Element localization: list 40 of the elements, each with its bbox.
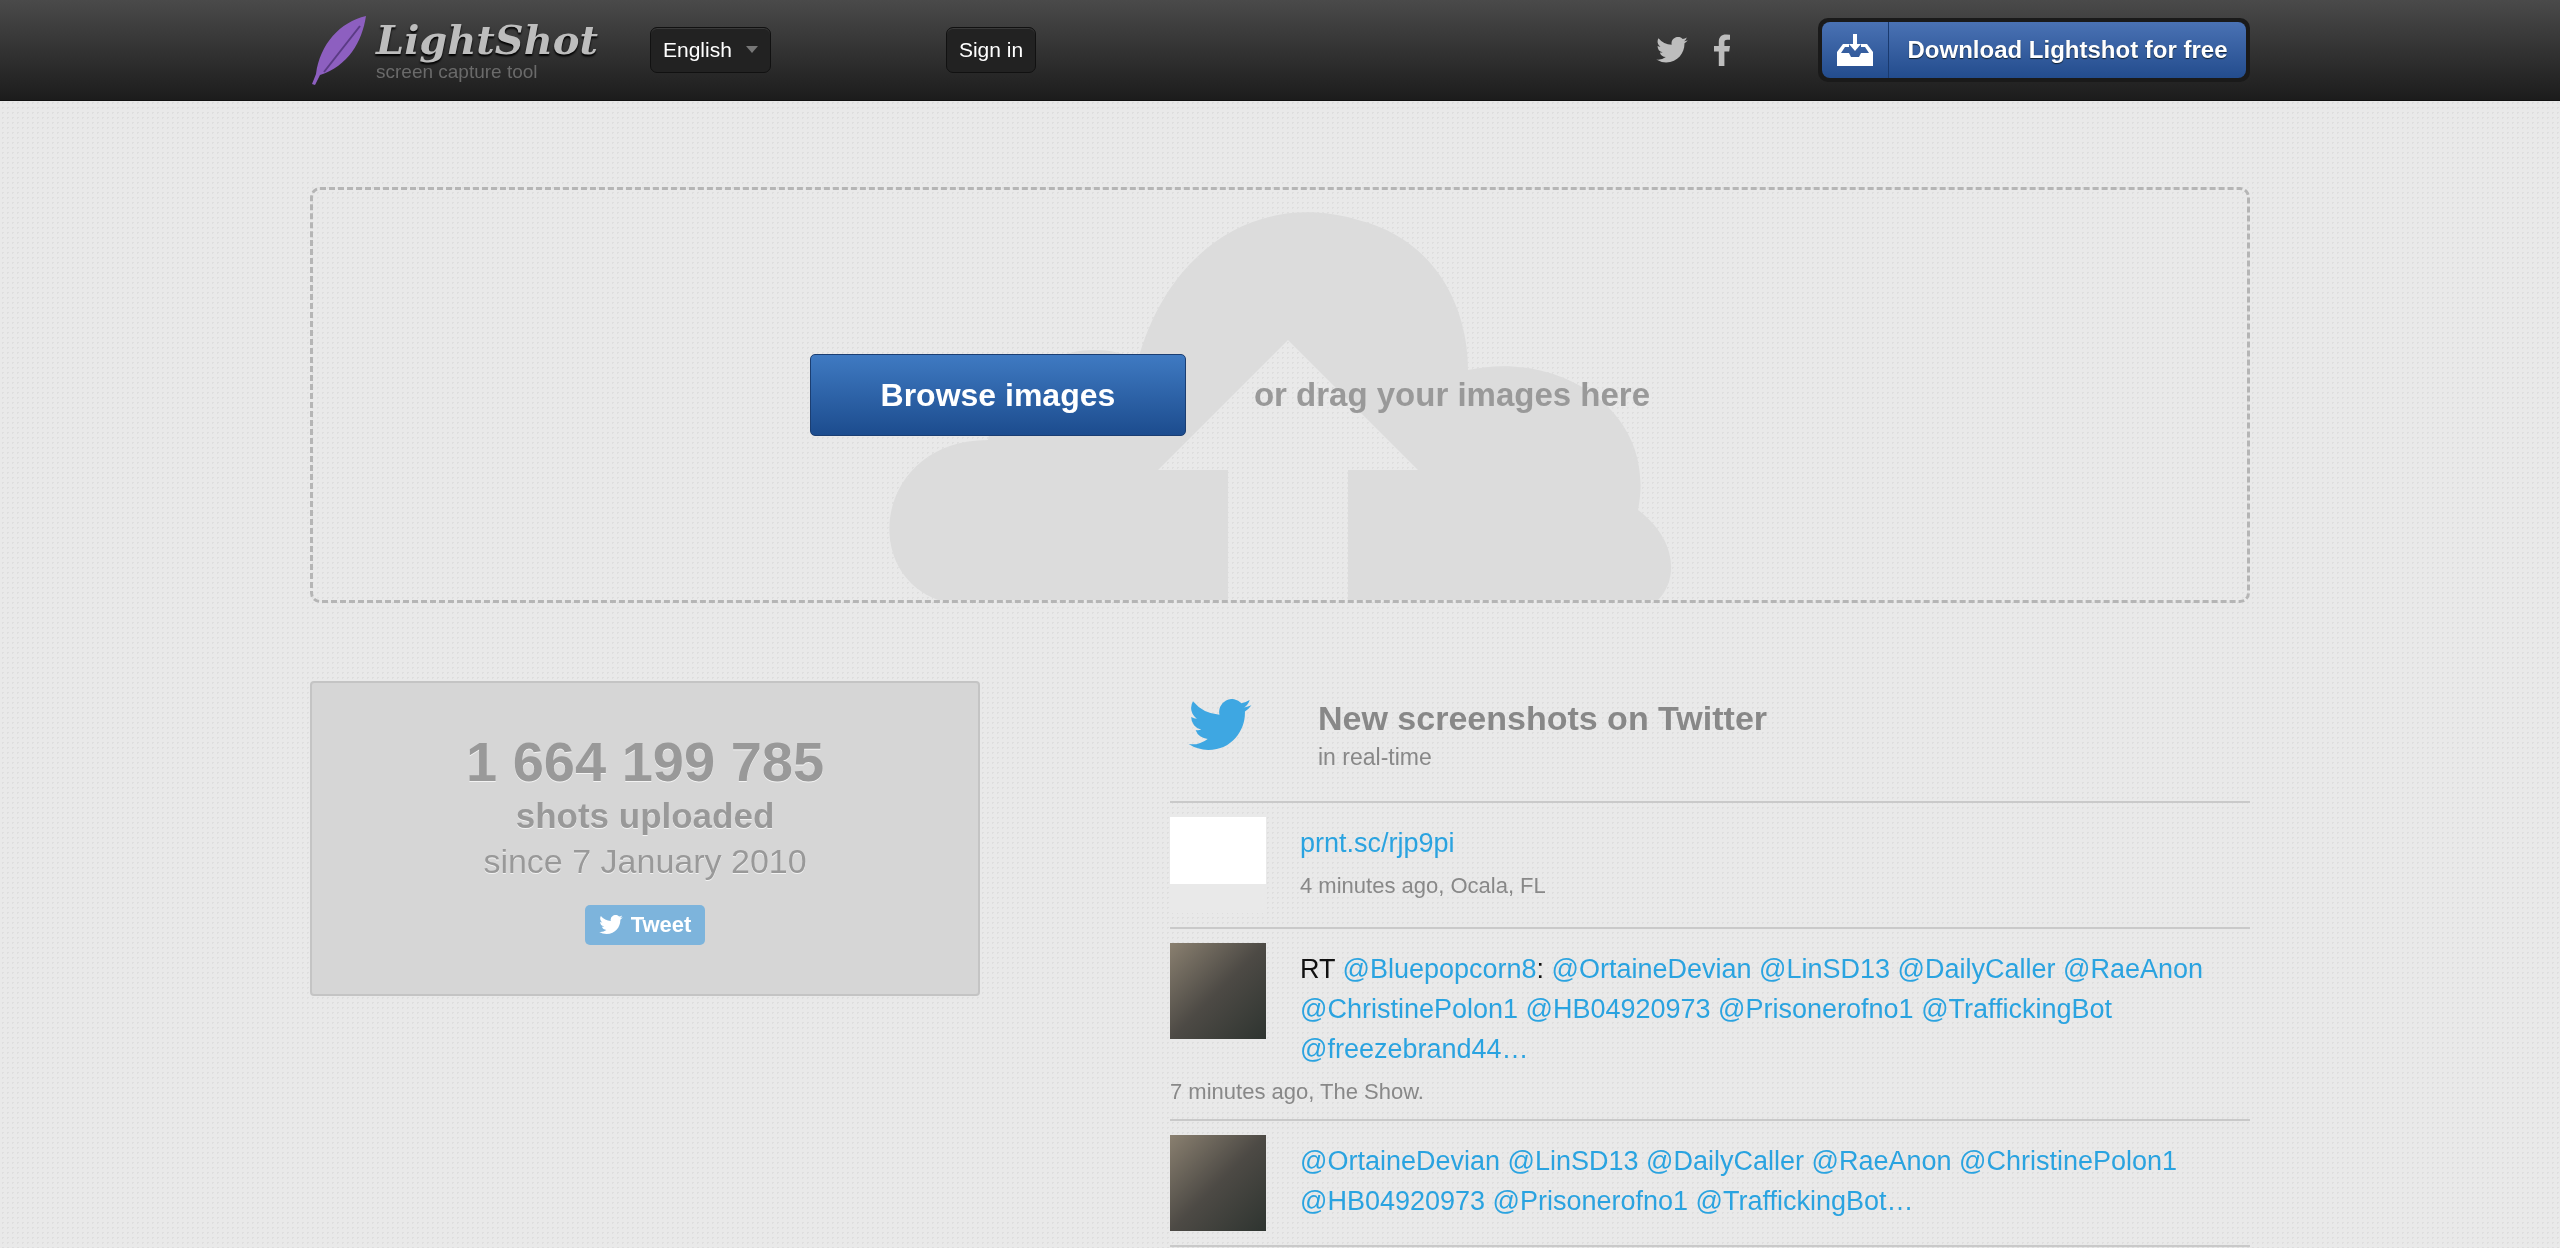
sign-in-button[interactable]: Sign in (945, 27, 1037, 73)
tweet-link[interactable]: @HB04920973 (1300, 1186, 1486, 1216)
tweet-link[interactable]: @RaeAnon (2063, 954, 2204, 984)
tweet-link[interactable]: @OrtaineDevian (1551, 954, 1752, 984)
tweet-link[interactable]: @DailyCaller (1897, 954, 2056, 984)
tweet-link[interactable]: @Prisonerofno1 (1718, 994, 1914, 1024)
since-date: since 7 January 2010 (483, 842, 807, 881)
tweet-link[interactable]: @TraffickingBot (1921, 994, 2113, 1024)
feed-subtitle: in real-time (1318, 744, 1433, 771)
tweet-link[interactable]: prnt.sc/rjp9pi (1300, 828, 1455, 858)
browse-images-button[interactable]: Browse images (809, 354, 1186, 436)
download-button[interactable]: Download Lightshot for free (1822, 22, 2246, 78)
tweet-link[interactable]: @HB04920973 (1525, 994, 1711, 1024)
twitter-icon (598, 915, 623, 935)
language-dropdown[interactable]: English (650, 27, 771, 73)
tweet-text: RT @Bluepopcorn8: @OrtaineDevian @LinSD13 @DailyCaller @RaeAnon @ChristinePolon1 @HB04920973 @Prisonerofno1 @TraffickingBot @freezebrand44… (1300, 953, 2205, 1066)
tweet-link[interactable]: @LinSD13 (1507, 1146, 1639, 1176)
tweet-link[interactable]: @DailyCaller (1646, 1146, 1804, 1176)
caret-icon (745, 46, 758, 54)
tweet-link[interactable]: @OrtaineDevian (1300, 1146, 1500, 1176)
tweet-link[interactable]: @LinSD13 (1759, 954, 1891, 984)
tweet-meta: 7 minutes ago, The Show. (1170, 1079, 1425, 1105)
facebook-icon[interactable] (1714, 34, 1730, 66)
tweet-link[interactable]: @TraffickingBot… (1695, 1186, 1914, 1216)
tweet-link[interactable]: @RaeAnon (1811, 1146, 1952, 1176)
tweet-button[interactable]: Tweet (584, 905, 706, 945)
tweet-link[interactable]: @freezebrand44… (1300, 1034, 1529, 1064)
tweet-link[interactable]: @ChristinePolon1 (1300, 994, 1519, 1024)
drag-hint: or drag your images here (1253, 376, 1651, 414)
feed-title: New screenshots on Twitter (1318, 699, 1768, 738)
tweet-link[interactable]: @Prisonerofno1 (1492, 1186, 1689, 1216)
tweet-link[interactable]: @ChristinePolon1 (1959, 1146, 2178, 1176)
twitter-icon (1188, 699, 1252, 752)
shots-label: shots uploaded (515, 796, 775, 836)
inbox-download-icon (1837, 34, 1873, 66)
tweet-link[interactable]: @Bluepopcorn8 (1342, 954, 1537, 984)
drop-zone[interactable]: Browse images or drag your images here (310, 187, 2250, 603)
twitter-icon (1656, 36, 1688, 64)
tweet-meta: 4 minutes ago, Ocala, FL (1299, 873, 1547, 899)
shots-count: 1 664 199 785 (465, 729, 825, 794)
